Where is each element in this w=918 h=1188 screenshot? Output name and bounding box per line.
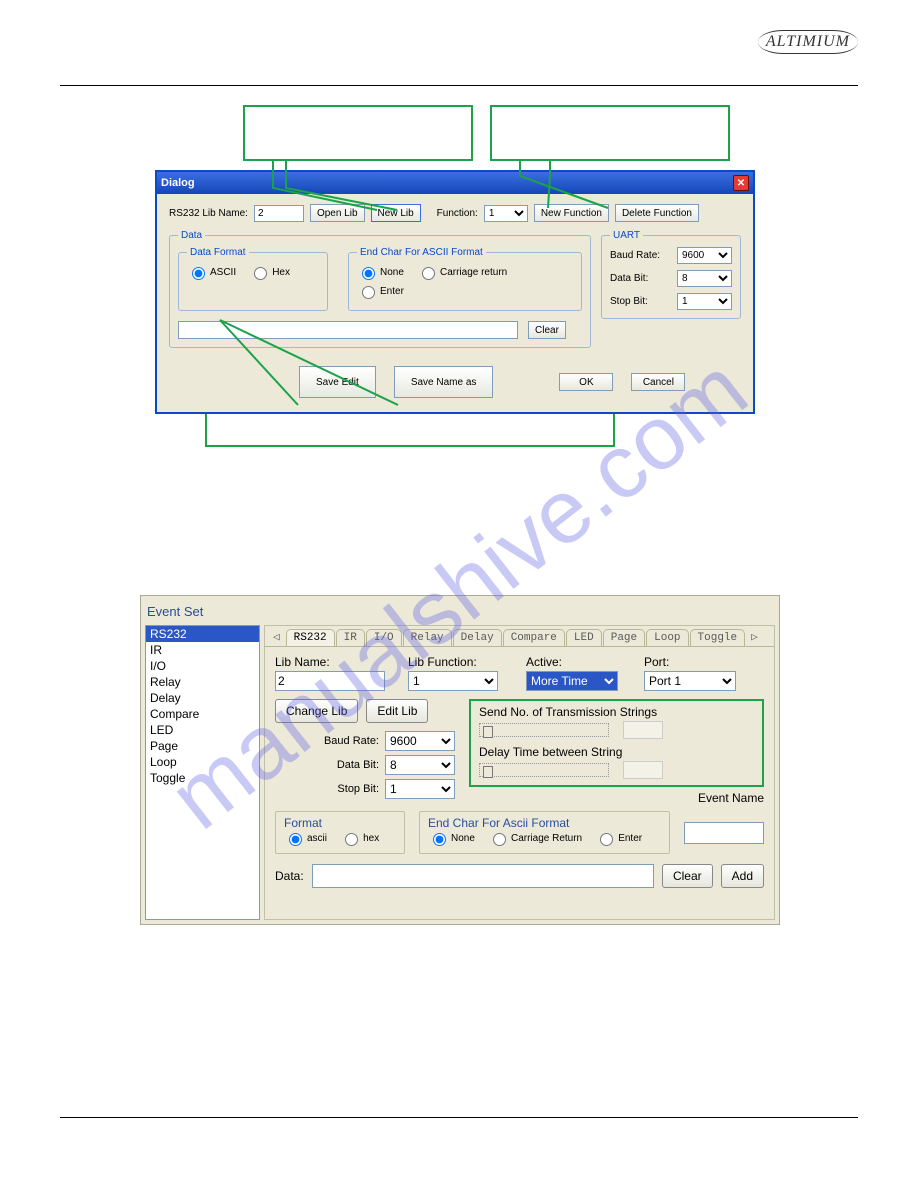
list-item[interactable]: Toggle xyxy=(146,770,259,786)
save-edit-button[interactable]: Save Edit xyxy=(299,366,376,398)
list-item[interactable]: Delay xyxy=(146,690,259,706)
baud-label: Baud Rate: xyxy=(610,250,660,261)
list-item[interactable]: IR xyxy=(146,642,259,658)
data-fieldset-legend: Data xyxy=(178,230,205,241)
dialog-window: Dialog ✕ RS232 Lib Name: Open Lib New Li… xyxy=(155,170,755,414)
callout-box-top-left xyxy=(243,105,473,161)
function-label: Function: xyxy=(437,208,478,219)
tab-page[interactable]: Page xyxy=(603,629,645,646)
es-cr-radio[interactable]: Carriage Return xyxy=(488,830,582,846)
format-legend: Format xyxy=(284,816,396,830)
send-no-slider[interactable] xyxy=(479,723,609,737)
function-select[interactable]: 1 xyxy=(484,205,528,222)
es-endchar-legend: End Char For Ascii Format xyxy=(428,816,661,830)
tab-loop[interactable]: Loop xyxy=(646,629,688,646)
cancel-button[interactable]: Cancel xyxy=(631,373,685,391)
tab-toggle[interactable]: Toggle xyxy=(690,629,746,646)
rs232-libname-label: RS232 Lib Name: xyxy=(169,208,248,219)
eventset-title: Event Set xyxy=(145,600,775,625)
callout-box-top-right xyxy=(490,105,730,161)
stopbit-label: Stop Bit: xyxy=(610,296,648,307)
es-hex-radio[interactable]: hex xyxy=(340,830,379,846)
send-no-label: Send No. of Transmission Strings xyxy=(479,705,754,719)
es-stopbit-label: Stop Bit: xyxy=(337,783,379,795)
tab-io[interactable]: I/O xyxy=(366,629,402,646)
tab-relay[interactable]: Relay xyxy=(403,629,452,646)
none-radio[interactable]: None xyxy=(357,264,404,280)
eventset-panel: Event Set RS232 IR I/O Relay Delay Compa… xyxy=(140,595,780,925)
libname-input[interactable] xyxy=(275,671,385,691)
new-lib-button[interactable]: New Lib xyxy=(371,204,421,222)
list-item[interactable]: Loop xyxy=(146,754,259,770)
enter-radio[interactable]: Enter xyxy=(357,283,404,299)
tab-compare[interactable]: Compare xyxy=(503,629,565,646)
open-lib-button[interactable]: Open Lib xyxy=(310,204,365,222)
es-stopbit-select[interactable]: 1 xyxy=(385,779,455,799)
list-item[interactable]: Relay xyxy=(146,674,259,690)
active-select[interactable]: More Time xyxy=(526,671,618,691)
es-data-input[interactable] xyxy=(312,864,654,888)
list-item[interactable]: RS232 xyxy=(146,626,259,642)
libfunction-label: Lib Function: xyxy=(408,655,508,669)
active-label: Active: xyxy=(526,655,626,669)
es-ascii-radio[interactable]: ascii xyxy=(284,830,327,846)
brand-logo: ALTIMIUM xyxy=(758,30,858,54)
es-clear-button[interactable]: Clear xyxy=(662,864,713,888)
save-name-as-button[interactable]: Save Name as xyxy=(394,366,494,398)
data-textbox[interactable] xyxy=(178,321,518,339)
es-enter-radio[interactable]: Enter xyxy=(595,830,642,846)
stopbit-select[interactable]: 1 xyxy=(677,293,732,310)
titlebar[interactable]: Dialog ✕ xyxy=(157,172,753,194)
libname-label: Lib Name: xyxy=(275,655,390,669)
tab-ir[interactable]: IR xyxy=(336,629,365,646)
es-none-radio[interactable]: None xyxy=(428,830,475,846)
clear-button[interactable]: Clear xyxy=(528,321,566,339)
delete-function-button[interactable]: Delete Function xyxy=(615,204,699,222)
baud-select[interactable]: 9600 xyxy=(677,247,732,264)
es-baud-select[interactable]: 9600 xyxy=(385,731,455,751)
tab-left-arrow-icon[interactable]: ◁ xyxy=(268,628,285,646)
databit-label: Data Bit: xyxy=(610,273,648,284)
es-databit-select[interactable]: 8 xyxy=(385,755,455,775)
ok-button[interactable]: OK xyxy=(559,373,613,391)
transmission-highlight-box: Send No. of Transmission Strings Delay T… xyxy=(469,699,764,787)
list-item[interactable]: Compare xyxy=(146,706,259,722)
libfunction-select[interactable]: 1 xyxy=(408,671,498,691)
endchar-legend: End Char For ASCII Format xyxy=(357,247,486,258)
footer-rule xyxy=(60,1117,858,1118)
tab-rs232[interactable]: RS232 xyxy=(286,629,335,646)
dialog-title: Dialog xyxy=(161,177,195,189)
port-label: Port: xyxy=(644,655,744,669)
event-name-label: Event Name xyxy=(698,791,764,805)
new-function-button[interactable]: New Function xyxy=(534,204,609,222)
databit-select[interactable]: 8 xyxy=(677,270,732,287)
cr-radio[interactable]: Carriage return xyxy=(417,264,507,280)
hex-radio[interactable]: Hex xyxy=(249,264,290,280)
delay-time-label: Delay Time between String xyxy=(479,745,754,759)
tab-delay[interactable]: Delay xyxy=(453,629,502,646)
eventset-list[interactable]: RS232 IR I/O Relay Delay Compare LED Pag… xyxy=(145,625,260,920)
es-add-button[interactable]: Add xyxy=(721,864,764,888)
es-baud-label: Baud Rate: xyxy=(324,735,379,747)
close-icon[interactable]: ✕ xyxy=(733,175,749,191)
ascii-radio[interactable]: ASCII xyxy=(187,264,236,280)
header-rule xyxy=(60,85,858,86)
tab-right-arrow-icon[interactable]: ▷ xyxy=(746,628,763,646)
change-lib-button[interactable]: Change Lib xyxy=(275,699,358,723)
uart-legend: UART xyxy=(610,230,643,241)
tab-led[interactable]: LED xyxy=(566,629,602,646)
data-label: Data: xyxy=(275,869,304,883)
delay-time-slider[interactable] xyxy=(479,763,609,777)
rs232-libname-input[interactable] xyxy=(254,205,304,222)
list-item[interactable]: Page xyxy=(146,738,259,754)
send-no-value xyxy=(623,721,663,739)
delay-time-value xyxy=(623,761,663,779)
data-format-legend: Data Format xyxy=(187,247,249,258)
list-item[interactable]: LED xyxy=(146,722,259,738)
edit-lib-button[interactable]: Edit Lib xyxy=(366,699,428,723)
event-name-input[interactable] xyxy=(684,822,764,844)
es-databit-label: Data Bit: xyxy=(337,759,379,771)
port-select[interactable]: Port 1 xyxy=(644,671,736,691)
list-item[interactable]: I/O xyxy=(146,658,259,674)
